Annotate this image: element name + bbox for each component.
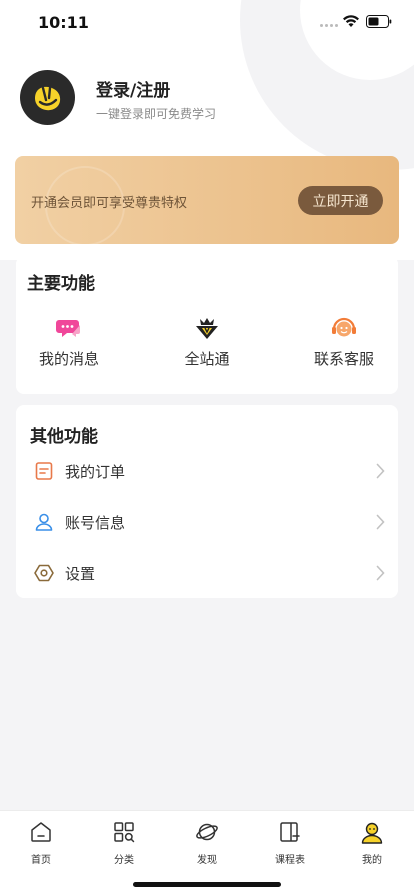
- tab-label: 我的: [362, 855, 382, 866]
- feature-label: 我的消息: [38, 350, 99, 368]
- tab-mine[interactable]: 我的: [342, 821, 402, 866]
- open-vip-button[interactable]: 立即开通: [298, 186, 383, 215]
- other-features-title: 其他功能: [30, 427, 98, 447]
- list-item-settings[interactable]: 设置: [16, 553, 398, 593]
- category-icon: [114, 822, 135, 843]
- avatar[interactable]: [20, 70, 75, 125]
- signal-icon: [320, 24, 338, 27]
- feature-my-messages[interactable]: 我的消息: [14, 316, 124, 369]
- other-features-card: 其他功能 我的订单 账号信息 设置: [16, 405, 398, 598]
- tab-label: 分类: [114, 855, 134, 866]
- list-item-my-orders[interactable]: 我的订单: [16, 451, 398, 491]
- login-subtitle: 一键登录即可免费学习: [96, 107, 217, 121]
- customer-service-icon: [332, 317, 356, 337]
- home-icon: [31, 822, 51, 842]
- schedule-icon: [280, 822, 300, 842]
- list-item-account-info[interactable]: 账号信息: [16, 502, 398, 542]
- tab-category[interactable]: 分类: [94, 821, 154, 866]
- list-item-label: 设置: [65, 565, 96, 583]
- list-item-label: 我的订单: [65, 463, 126, 481]
- tab-label: 课程表: [275, 855, 305, 866]
- chevron-right-icon: [376, 565, 385, 581]
- tab-label: 首页: [31, 855, 51, 866]
- mine-icon: [361, 822, 383, 844]
- settings-icon: [34, 564, 54, 582]
- battery-icon: [366, 15, 392, 28]
- profile-section[interactable]: 登录/注册 一键登录即可免费学习: [20, 70, 380, 126]
- login-register-title[interactable]: 登录/注册: [96, 76, 170, 101]
- vip-banner-text: 开通会员即可享受尊贵特权: [31, 196, 188, 211]
- account-icon: [35, 513, 53, 531]
- main-features-title: 主要功能: [27, 274, 95, 294]
- status-time: 10:11: [38, 13, 89, 32]
- chevron-right-icon: [376, 463, 385, 479]
- order-icon: [35, 462, 53, 480]
- status-bar: 10:11: [0, 0, 414, 46]
- wifi-icon: [343, 15, 359, 27]
- app-logo-icon: [34, 86, 60, 110]
- discover-icon: [196, 823, 218, 841]
- home-indicator[interactable]: [133, 882, 281, 887]
- message-icon: [56, 320, 80, 337]
- list-item-label: 账号信息: [65, 514, 126, 532]
- feature-label: 联系客服: [313, 350, 374, 368]
- chevron-right-icon: [376, 514, 385, 530]
- tab-label: 发现: [197, 855, 217, 866]
- vip-banner[interactable]: 开通会员即可享受尊贵特权 立即开通: [15, 156, 399, 244]
- vip-diamond-icon: [196, 318, 218, 339]
- tab-discover[interactable]: 发现: [177, 821, 237, 866]
- main-features-card: 主要功能 我的消息 全站通 联系客服: [16, 256, 398, 394]
- feature-vip-pass[interactable]: 全站通: [152, 316, 262, 369]
- feature-label: 全站通: [184, 350, 230, 368]
- feature-customer-service[interactable]: 联系客服: [289, 316, 399, 369]
- tab-home[interactable]: 首页: [11, 821, 71, 866]
- tab-schedule[interactable]: 课程表: [260, 821, 320, 866]
